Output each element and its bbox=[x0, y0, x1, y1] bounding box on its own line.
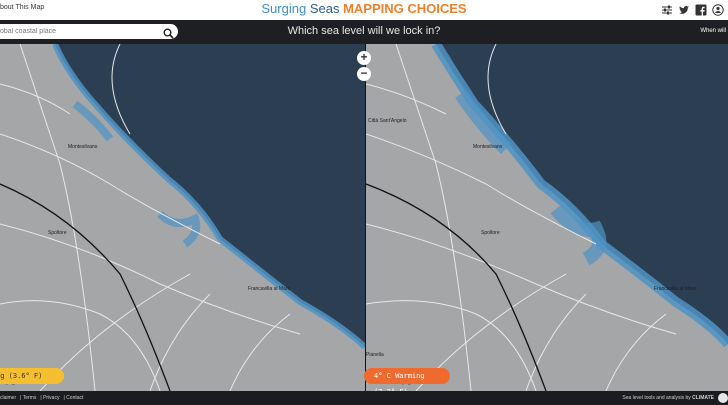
zoom-in-button[interactable]: + bbox=[357, 51, 371, 65]
place-francavilla: Francavilla al Mare bbox=[654, 286, 697, 292]
place-montesilvano: Montesilvano bbox=[68, 144, 98, 150]
left-scenario-pill[interactable]: ng (3.6° F) bbox=[0, 368, 64, 384]
right-scenario-pill[interactable]: 4° C Warming (7.2° F) bbox=[364, 368, 450, 396]
brand-seas: Seas bbox=[309, 1, 340, 16]
footer-link-privacy[interactable]: Privacy bbox=[43, 395, 59, 401]
share-icon[interactable] bbox=[712, 3, 724, 16]
left-map[interactable]: Montesilvano Spoltore Francavilla al Mar… bbox=[0, 44, 365, 391]
place-spoltore: Spoltore bbox=[48, 230, 67, 236]
sliders-icon[interactable] bbox=[661, 3, 673, 15]
brand-title: Surging Seas MAPPING CHOICES bbox=[0, 1, 728, 16]
facebook-icon[interactable] bbox=[695, 3, 707, 16]
footer-links: claimer | Terms | Privacy | Contact bbox=[0, 395, 84, 401]
credit-text: Sea level tools and analysis by bbox=[622, 395, 691, 401]
place-francavilla: Francavilla al Mare bbox=[248, 286, 291, 292]
twitter-icon[interactable] bbox=[678, 3, 690, 15]
place-montesilvano: Montesilvano bbox=[473, 144, 503, 150]
place-pianella: Pianella bbox=[366, 352, 384, 358]
footer-link-contact[interactable]: Contact bbox=[66, 395, 83, 401]
brand-mapping-choices: MAPPING CHOICES bbox=[343, 1, 467, 16]
footer-link-disclaimer[interactable]: claimer bbox=[0, 395, 16, 401]
footer-credit: Sea level tools and analysis by CLIMATE bbox=[622, 395, 714, 401]
top-header: bout This Map Surging Seas MAPPING CHOIC… bbox=[0, 0, 728, 20]
place-citta-sant-angelo: Città Sant'Angelo bbox=[368, 118, 407, 124]
sea-level-question: Which sea level will we lock in? bbox=[287, 25, 441, 37]
zoom-out-button[interactable]: − bbox=[357, 67, 371, 81]
footer-link-terms[interactable]: Terms bbox=[23, 395, 37, 401]
header-icons bbox=[661, 3, 724, 16]
when-will-link[interactable]: When will bbox=[700, 28, 726, 34]
place-spoltore: Spoltore bbox=[481, 230, 500, 236]
footer-bar: claimer | Terms | Privacy | Contact Sea lev… bbox=[0, 391, 728, 405]
credit-brand[interactable]: CLIMATE bbox=[692, 395, 714, 401]
right-map[interactable]: Città Sant'Angelo Montesilvano Spoltore … bbox=[366, 44, 728, 391]
climate-central-logo-icon[interactable] bbox=[718, 393, 728, 403]
brand-surging: Surging bbox=[261, 1, 307, 16]
